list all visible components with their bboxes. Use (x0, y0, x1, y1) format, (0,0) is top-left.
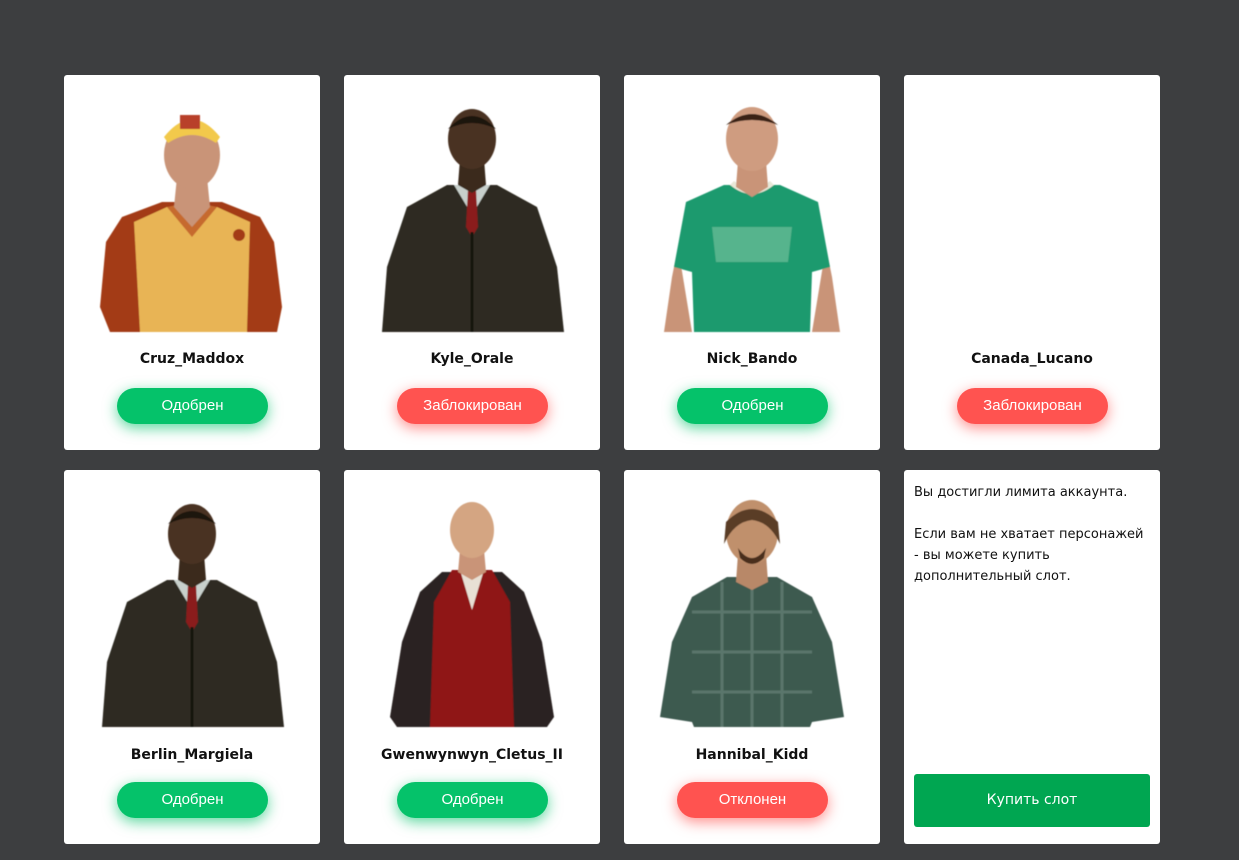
character-name: Hannibal_Kidd (695, 747, 809, 763)
status-badge[interactable]: Одобрен (397, 782, 548, 818)
character-name: Nick_Bando (706, 351, 798, 367)
character-card-canada-lucano[interactable]: Canada_Lucano Заблокирован (904, 75, 1160, 450)
character-card-nick-bando[interactable]: Nick_Bando Одобрен (624, 75, 880, 450)
character-portrait (372, 97, 572, 335)
buy-slot-hint-text: Если вам не хватает персонажей - вы може… (914, 527, 1144, 584)
character-portrait (652, 492, 852, 730)
buy-slot-button[interactable]: Купить слот (914, 774, 1150, 827)
character-portrait (652, 97, 852, 335)
character-name: Cruz_Maddox (139, 351, 245, 367)
status-badge[interactable]: Отклонен (677, 782, 828, 818)
status-badge[interactable]: Одобрен (117, 388, 268, 424)
character-card-hannibal-kidd[interactable]: Hannibal_Kidd Отклонен (624, 470, 880, 844)
character-portrait (92, 492, 292, 730)
character-card-kyle-orale[interactable]: Kyle_Orale Заблокирован (344, 75, 600, 450)
limit-reached-text: Вы достигли лимита аккаунта. (914, 485, 1128, 500)
status-badge[interactable]: Одобрен (677, 388, 828, 424)
status-badge[interactable]: Заблокирован (397, 388, 548, 424)
status-badge[interactable]: Одобрен (117, 782, 268, 818)
status-badge[interactable]: Заблокирован (957, 388, 1108, 424)
character-name: Kyle_Orale (430, 351, 514, 367)
character-card-gwenwynwyn-cletus-ii[interactable]: Gwenwynwyn_Cletus_II Одобрен (344, 470, 600, 844)
account-limit-message: Вы достигли лимита аккаунта. Если вам не… (914, 482, 1150, 608)
character-portrait (92, 97, 292, 335)
character-name: Berlin_Margiela (130, 747, 254, 763)
character-card-cruz-maddox[interactable]: Cruz_Maddox Одобрен (64, 75, 320, 450)
account-limit-panel: Вы достигли лимита аккаунта. Если вам не… (904, 470, 1160, 844)
character-portrait (372, 492, 572, 730)
character-name: Gwenwynwyn_Cletus_II (381, 747, 563, 763)
character-name: Canada_Lucano (971, 351, 1093, 367)
character-card-berlin-margiela[interactable]: Berlin_Margiela Одобрен (64, 470, 320, 844)
